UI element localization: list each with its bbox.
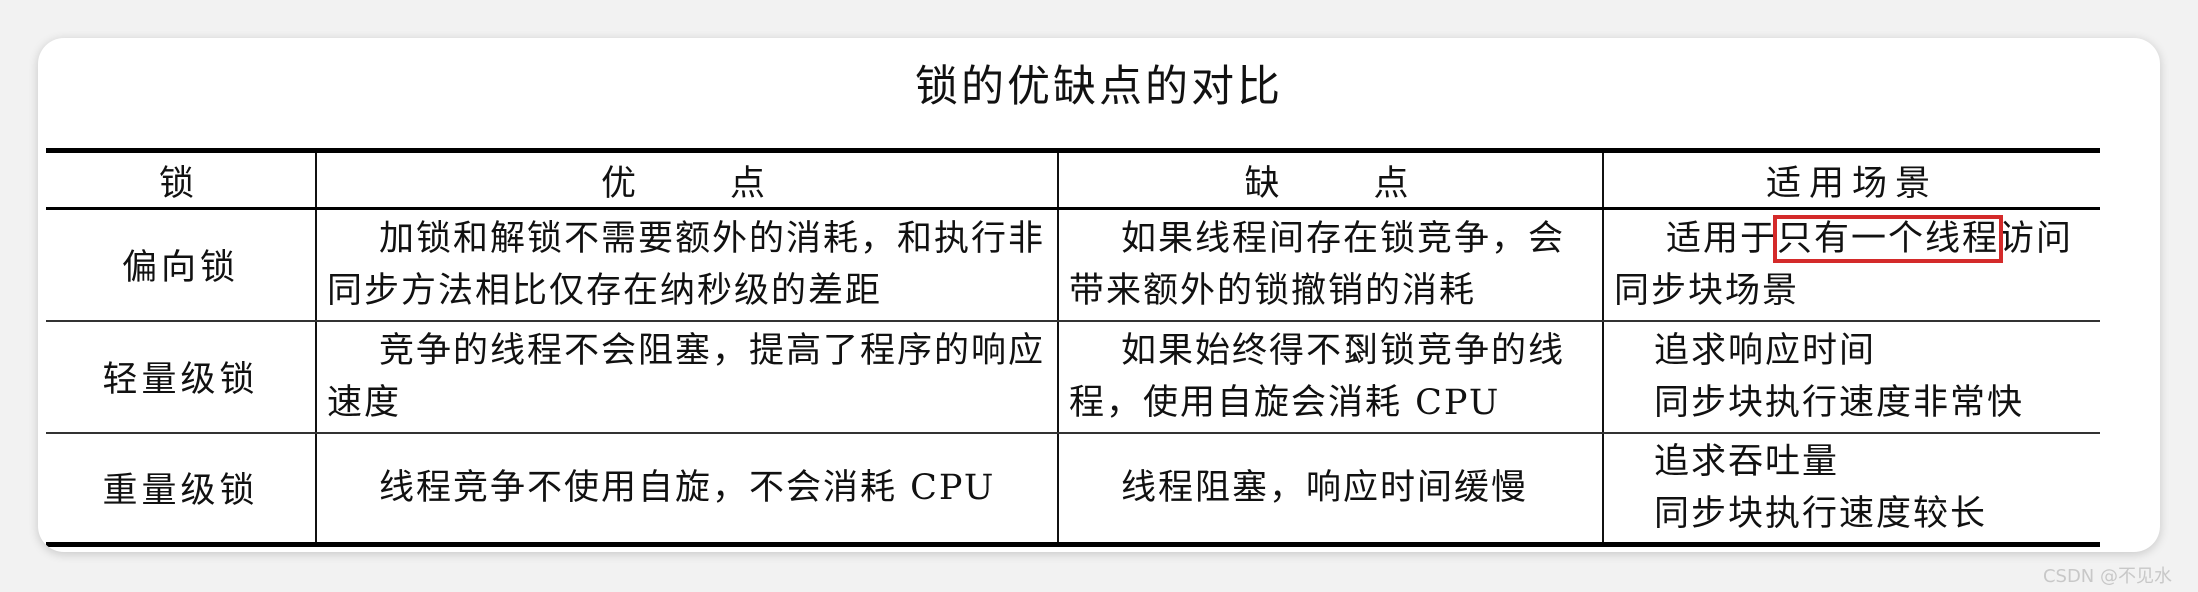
scenario-cell: 适用于只有一个线程访问同步块场景 — [1602, 208, 2100, 322]
header-pros: 优 点 — [315, 148, 1059, 210]
cons-cell: 线程阻塞，响应时间缓慢 — [1057, 432, 1604, 547]
highlighted-text: 只有一个线程 — [1773, 214, 2004, 263]
scenario-line: 追求响应时间 — [1654, 330, 1877, 371]
lock-comparison-table: 锁 优 点 缺 点 适用场景 偏向锁 加锁和解锁不需要额外的消耗，和执行非同步方… — [46, 148, 2100, 547]
table-header-row: 锁 优 点 缺 点 适用场景 — [46, 148, 2100, 210]
scenario-cell: 追求吞吐量 同步块执行速度较长 — [1602, 432, 2100, 547]
scenario-cell: 追求响应时间 同步块执行速度非常快 — [1602, 320, 2100, 434]
cons-cell: 如果始终得不到锁竞争的线程，使用自旋会消耗 CPU — [1057, 320, 1604, 434]
header-scenario: 适用场景 — [1602, 148, 2100, 210]
image-card: 锁的优缺点的对比 锁 优 点 缺 点 适用场景 偏向锁 加锁和解锁不需要额外的消… — [38, 38, 2160, 552]
scenario-line: 同步块执行速度非常快 — [1654, 382, 2025, 423]
lock-name-cell: 轻量级锁 — [46, 320, 317, 434]
header-lock: 锁 — [46, 148, 317, 210]
pros-cell: 加锁和解锁不需要额外的消耗，和执行非同步方法相比仅存在纳秒级的差距 — [315, 208, 1059, 322]
lock-name-cell: 重量级锁 — [46, 432, 317, 547]
pros-cell: 线程竞争不使用自旋，不会消耗 CPU — [315, 432, 1059, 547]
table-row: 重量级锁 线程竞争不使用自旋，不会消耗 CPU 线程阻塞，响应时间缓慢 追求吞吐… — [46, 432, 2100, 547]
scenario-text-pre: 适用于 — [1666, 218, 1778, 259]
table-row: 偏向锁 加锁和解锁不需要额外的消耗，和执行非同步方法相比仅存在纳秒级的差距 如果… — [46, 208, 2100, 322]
watermark: CSDN @不见水 — [2042, 566, 2172, 587]
header-cons: 缺 点 — [1057, 148, 1604, 210]
pros-cell: 竞争的线程不会阻塞，提高了程序的响应速度 — [315, 320, 1059, 434]
lock-name-cell: 偏向锁 — [46, 208, 317, 322]
page-title: 锁的优缺点的对比 — [915, 62, 1283, 112]
cons-cell: 如果线程间存在锁竞争，会带来额外的锁撤销的消耗 — [1057, 208, 1604, 322]
scenario-line: 同步块执行速度较长 — [1654, 493, 1988, 534]
mouse-cursor-icon — [1349, 336, 1368, 364]
scenario-line: 追求吞吐量 — [1654, 441, 1840, 482]
table-row: 轻量级锁 竞争的线程不会阻塞，提高了程序的响应速度 如果始终得不到锁竞争的线程，… — [46, 320, 2100, 434]
